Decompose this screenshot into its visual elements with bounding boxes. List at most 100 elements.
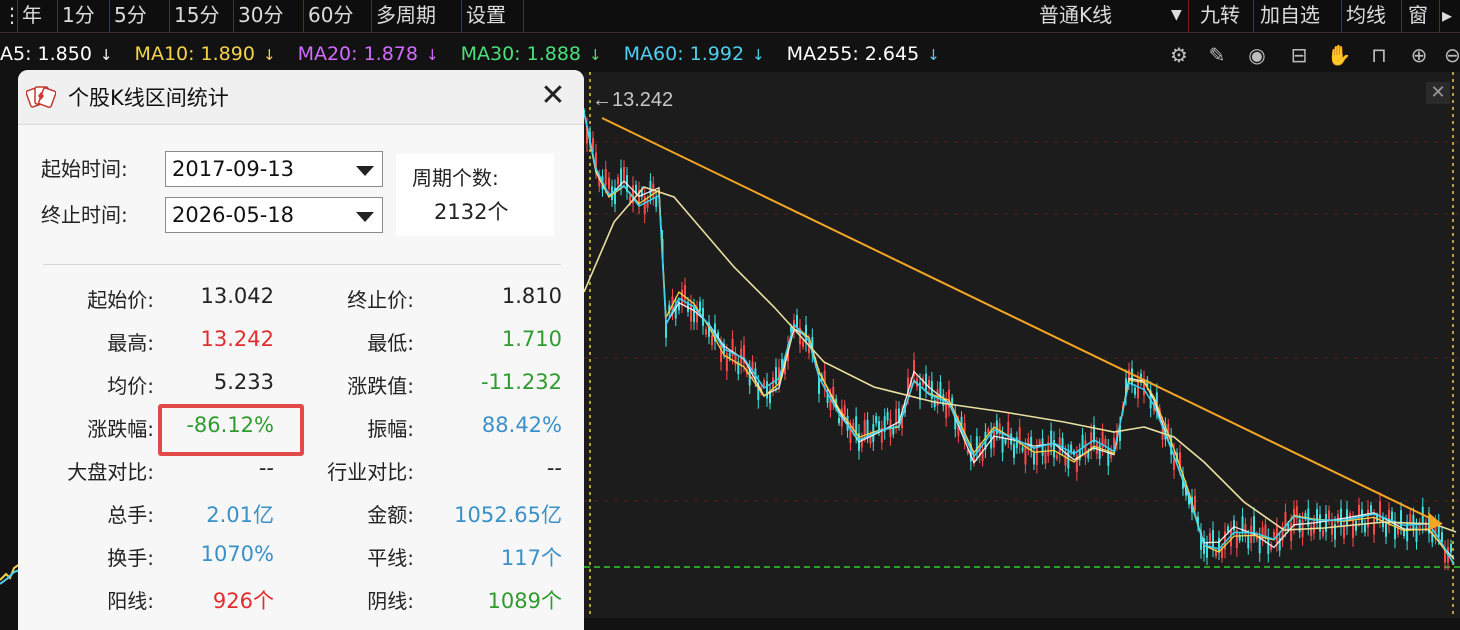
kline-type-label: 普通K线 bbox=[1039, 3, 1113, 27]
change-pct-highlight-box bbox=[158, 404, 304, 456]
ma30-value: MA30: 1.888 ↓ bbox=[460, 43, 602, 65]
lock-icon[interactable]: ⊓ bbox=[1366, 42, 1392, 68]
tab-year[interactable]: 年 bbox=[18, 0, 58, 32]
chevron-down-icon bbox=[356, 212, 374, 222]
candle-body bbox=[1038, 440, 1041, 445]
more-icon[interactable]: ▸ bbox=[1440, 0, 1460, 32]
start-date-select[interactable]: 2017-09-13 bbox=[165, 151, 383, 187]
tab-1min[interactable]: 1分 bbox=[58, 0, 110, 32]
candle-body bbox=[1081, 434, 1084, 449]
candle-body bbox=[1070, 444, 1073, 452]
period-count-box: 周期个数: 2132个 bbox=[396, 154, 554, 236]
candle-body bbox=[1131, 368, 1133, 385]
candle-body bbox=[1415, 526, 1418, 542]
tab-15min[interactable]: 15分 bbox=[170, 0, 234, 32]
candle-body bbox=[863, 420, 866, 435]
stat-value: 117个 bbox=[500, 546, 562, 570]
stat-label: 起始价: bbox=[87, 288, 154, 312]
stat-label: 平线: bbox=[367, 546, 414, 570]
candle-body bbox=[1015, 437, 1018, 449]
kline-type-select[interactable]: 普通K线 ▼ bbox=[975, 0, 1189, 32]
dialog-titlebar[interactable]: 个股K线区间统计 ✕ bbox=[18, 70, 584, 125]
stat-label: 换手: bbox=[107, 546, 154, 570]
nine-turn-button[interactable]: 九转 bbox=[1196, 0, 1254, 32]
menu-handle-icon[interactable]: ⋮ bbox=[0, 0, 22, 32]
candle-body bbox=[1044, 452, 1047, 464]
tab-settings[interactable]: 设置 bbox=[462, 0, 524, 32]
candle-body bbox=[690, 303, 692, 322]
ma60-line bbox=[584, 186, 1457, 533]
stat-value: -- bbox=[258, 456, 274, 480]
candle-body bbox=[886, 412, 889, 421]
down-arrow-icon: ↓ bbox=[927, 46, 940, 64]
candle-body bbox=[1361, 509, 1363, 526]
left-mini-chart bbox=[0, 563, 20, 585]
zoom-out-icon[interactable]: ⊖ bbox=[1444, 42, 1460, 68]
candle-body bbox=[1104, 438, 1107, 446]
ma20-value: MA20: 1.878 ↓ bbox=[297, 43, 439, 65]
max-price-label: ←13.242 bbox=[592, 89, 673, 111]
ma255-value: MA255: 2.645 ↓ bbox=[786, 43, 940, 65]
candle-body bbox=[623, 166, 625, 181]
hand-icon[interactable]: ✋ bbox=[1326, 42, 1352, 68]
candle-body bbox=[1340, 508, 1342, 527]
candle-body bbox=[604, 168, 607, 186]
end-date-value: 2026-05-18 bbox=[172, 203, 295, 227]
candle-body bbox=[1412, 514, 1415, 530]
stat-label: 阴线: bbox=[367, 589, 414, 613]
stat-label: 均价: bbox=[107, 374, 154, 398]
end-date-select[interactable]: 2026-05-18 bbox=[165, 197, 383, 233]
down-arrow-icon: ↓ bbox=[99, 46, 113, 64]
candle-body bbox=[933, 400, 936, 408]
candle-body bbox=[1343, 525, 1345, 539]
candle-body bbox=[1370, 505, 1372, 513]
candle-body bbox=[1087, 451, 1090, 459]
candle-body bbox=[802, 341, 804, 347]
period-toolbar: ⋮ 年 1分 5分 15分 30分 60分 多周期 设置 普通K线 ▼ 九转 加… bbox=[0, 0, 1460, 33]
dialog-close-button[interactable]: ✕ bbox=[536, 78, 570, 114]
interval-stats-dialog: 个股K线区间统计 ✕ 起始时间: 2017-09-13 终止时间: 2026-0… bbox=[18, 70, 584, 630]
candle-body bbox=[1030, 437, 1033, 451]
zoom-in-icon[interactable]: ⊕ bbox=[1406, 42, 1432, 68]
candle-body bbox=[1298, 519, 1301, 533]
stat-label: 行业对比: bbox=[327, 460, 414, 484]
stat-label: 金额: bbox=[367, 503, 414, 527]
candle-body bbox=[993, 431, 995, 448]
tab-60min[interactable]: 60分 bbox=[304, 0, 372, 32]
candle-body bbox=[925, 373, 927, 391]
ma-line-button[interactable]: 均线 bbox=[1342, 0, 1402, 32]
down-arrow-icon: ↓ bbox=[425, 46, 439, 64]
ma5-value: A5: 1.850 ↓ bbox=[0, 43, 113, 65]
stat-value: 13.242 bbox=[200, 327, 274, 351]
candle-body bbox=[866, 419, 869, 436]
stat-label: 涨跌幅: bbox=[87, 417, 154, 441]
candle-body bbox=[1024, 446, 1027, 465]
tab-30min[interactable]: 30分 bbox=[234, 0, 304, 32]
candle-body bbox=[1253, 516, 1255, 534]
add-favorite-button[interactable]: 加自选 bbox=[1256, 0, 1342, 32]
period-count-value: 2132个 bbox=[434, 200, 509, 224]
pen-icon[interactable]: ✎ bbox=[1204, 42, 1230, 68]
candle-body bbox=[1264, 524, 1267, 538]
chart-close-button[interactable]: ✕ bbox=[1426, 82, 1450, 104]
eye-icon[interactable]: ◉ bbox=[1244, 42, 1270, 68]
candle-body bbox=[1409, 513, 1412, 524]
tab-multi-period[interactable]: 多周期 bbox=[372, 0, 462, 32]
candle-body bbox=[766, 381, 768, 399]
divider bbox=[43, 264, 561, 265]
candle-body bbox=[699, 301, 701, 312]
toolbox-icon[interactable]: ⊟ bbox=[1286, 42, 1312, 68]
candle-body bbox=[951, 397, 954, 405]
settings-icon[interactable]: ⚙ bbox=[1166, 42, 1192, 68]
kline-chart[interactable]: ←13.242 bbox=[584, 72, 1460, 618]
candle-body bbox=[1247, 535, 1250, 549]
stat-label: 大盘对比: bbox=[67, 460, 154, 484]
down-arrow-icon: ↓ bbox=[589, 46, 602, 64]
tab-5min[interactable]: 5分 bbox=[110, 0, 170, 32]
candle-body bbox=[608, 177, 610, 189]
period-count-label: 周期个数: bbox=[412, 166, 499, 190]
window-button[interactable]: 窗 bbox=[1404, 0, 1440, 32]
stat-value: 1.710 bbox=[501, 327, 562, 351]
candle-body bbox=[838, 417, 840, 424]
candle-body bbox=[1391, 511, 1393, 520]
